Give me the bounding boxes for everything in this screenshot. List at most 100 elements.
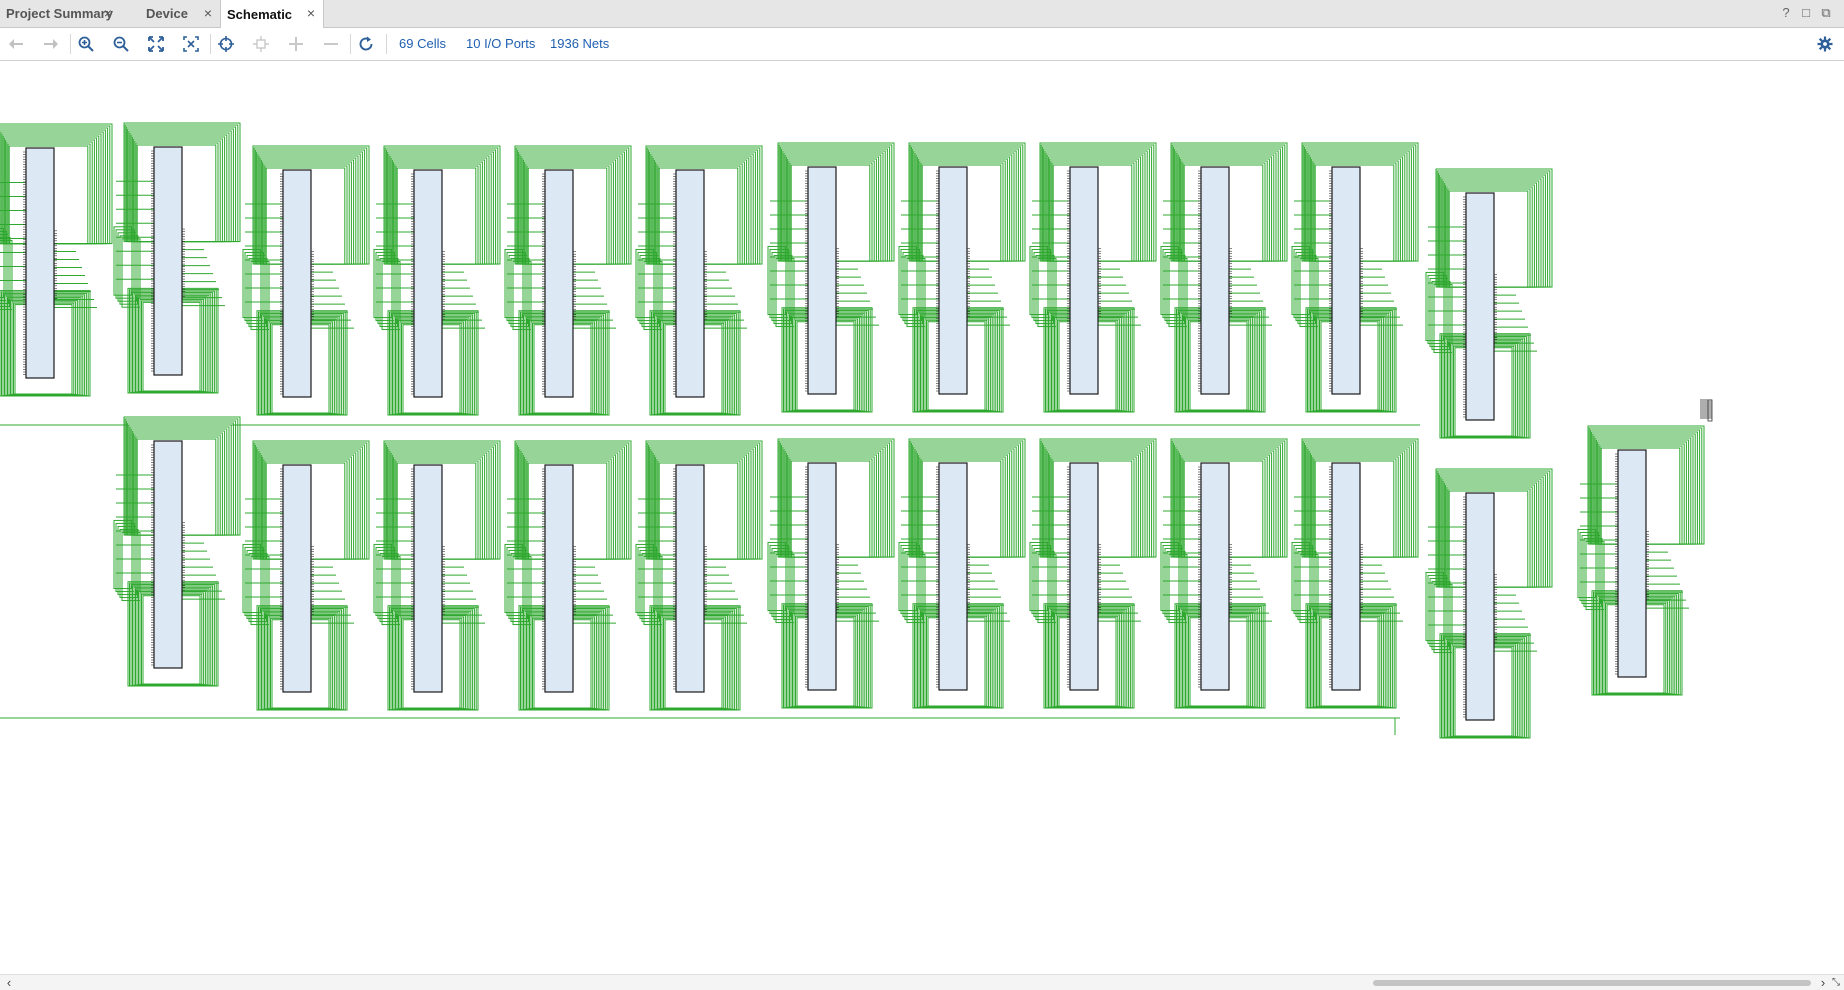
tab-schematic[interactable]: Schematic × [220, 0, 324, 28]
refresh-icon [359, 36, 373, 51]
cell-block [807, 462, 837, 691]
cell-group[interactable] [242, 440, 370, 711]
cell-block [938, 166, 968, 395]
schematic-canvas[interactable] [0, 61, 1844, 973]
tab-project-summary[interactable]: Project Summary × [0, 0, 120, 27]
cell-group[interactable] [504, 440, 632, 711]
cell-block [1069, 462, 1099, 691]
resize-grip-icon: ⤡ [1832, 977, 1840, 988]
close-icon[interactable]: × [305, 6, 317, 20]
float-window-icon[interactable]: ⧉ [1818, 5, 1834, 21]
cell-block [675, 464, 705, 693]
cell-block [1331, 166, 1361, 395]
cell-block [153, 440, 183, 669]
help-icon[interactable]: ? [1778, 5, 1794, 21]
toolbar-separator [386, 34, 387, 54]
tab-label: Device [146, 6, 188, 21]
expand-button[interactable] [285, 34, 307, 54]
maximize-icon[interactable]: □ [1798, 5, 1814, 21]
scroll-left-icon[interactable]: ‹ [2, 975, 16, 990]
io-ports-count-link[interactable]: 10 I/O Ports [466, 36, 535, 51]
minus-icon [324, 43, 338, 45]
collapse-button[interactable] [320, 34, 342, 54]
cell-group[interactable] [898, 438, 1026, 709]
close-icon[interactable]: × [202, 6, 214, 20]
nets-count-link[interactable]: 1936 Nets [550, 36, 609, 51]
tab-label: Project Summary [6, 6, 113, 21]
fit-icon [148, 36, 164, 52]
cell-group[interactable] [373, 440, 501, 711]
forward-button[interactable] [39, 34, 61, 54]
tab-bar: Project Summary × Device × Schematic × ?… [0, 0, 1844, 28]
cells-count-link[interactable]: 69 Cells [399, 36, 446, 51]
cell-block [807, 166, 837, 395]
zoom-out-button[interactable] [110, 34, 132, 54]
schematic-toolbar: 69 Cells 10 I/O Ports 1936 Nets [0, 28, 1844, 61]
cell-block [1331, 462, 1361, 691]
cell-group[interactable] [1160, 142, 1288, 413]
regenerate-button[interactable] [250, 34, 272, 54]
cell-group[interactable] [113, 416, 241, 687]
cell-block [1069, 166, 1099, 395]
cell-group[interactable] [1291, 438, 1419, 709]
cell-block [1617, 449, 1647, 678]
arrow-right-icon [44, 39, 58, 49]
tab-label: Schematic [227, 6, 293, 22]
arrow-left-icon [9, 39, 23, 49]
cell-group[interactable] [504, 145, 632, 416]
cell-block [938, 462, 968, 691]
toolbar-separator [350, 34, 351, 54]
cell-group[interactable] [1577, 425, 1705, 696]
cell-block [1200, 462, 1230, 691]
close-icon[interactable]: × [102, 6, 114, 20]
cell-group[interactable] [1291, 142, 1419, 413]
back-button[interactable] [6, 34, 28, 54]
cell-group[interactable] [635, 145, 763, 416]
horizontal-scrollbar[interactable]: ‹ › ⤡ [0, 974, 1844, 990]
zoom-in-button[interactable] [75, 34, 97, 54]
regenerate-icon [253, 36, 269, 52]
cell-block [413, 464, 443, 693]
cell-group[interactable] [373, 145, 501, 416]
cell-group[interactable] [242, 145, 370, 416]
cell-group[interactable] [1029, 438, 1157, 709]
scrollbar-thumb[interactable] [1373, 980, 1811, 986]
cell-group[interactable] [898, 142, 1026, 413]
auto-fit-selection-button[interactable] [215, 34, 237, 54]
zoom-area-icon [183, 36, 199, 52]
cell-group[interactable] [1425, 168, 1553, 439]
cell-block [675, 169, 705, 398]
cell-group[interactable] [635, 440, 763, 711]
cell-group[interactable] [1160, 438, 1288, 709]
zoom-area-button[interactable] [180, 34, 202, 54]
plus-icon [289, 37, 303, 51]
cell-group[interactable] [113, 122, 241, 394]
cell-group[interactable] [0, 123, 113, 397]
cell-block [544, 464, 574, 693]
cell-group[interactable] [1425, 468, 1553, 739]
cell-group[interactable] [767, 142, 895, 413]
gear-icon [1817, 36, 1833, 52]
cell-group[interactable] [1029, 142, 1157, 413]
cell-block [1200, 166, 1230, 395]
toolbar-separator [70, 34, 71, 54]
settings-button[interactable] [1814, 34, 1836, 54]
cell-block [1465, 492, 1495, 721]
cell-block [25, 147, 55, 379]
cell-group[interactable] [767, 438, 895, 709]
cell-block [1465, 192, 1495, 421]
schematic-drawing[interactable] [0, 61, 1844, 973]
zoom-in-icon [78, 36, 94, 52]
cell-block [282, 464, 312, 693]
crosshair-icon [218, 36, 234, 52]
cell-block [153, 146, 183, 376]
tab-device[interactable]: Device × [140, 0, 220, 27]
toolbar-separator [210, 34, 211, 54]
cell-block [544, 169, 574, 398]
refresh-button[interactable] [355, 34, 377, 54]
scroll-right-icon[interactable]: › [1816, 975, 1830, 990]
cell-block [413, 169, 443, 398]
zoom-fit-button[interactable] [145, 34, 167, 54]
zoom-out-icon [113, 36, 129, 52]
cell-block [282, 169, 312, 398]
